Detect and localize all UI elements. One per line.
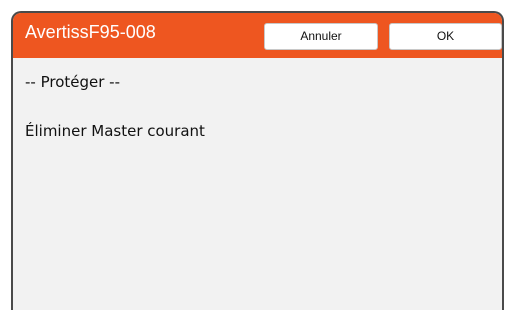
message-heading: -- Protéger --	[25, 73, 121, 91]
ok-button[interactable]: OK	[389, 23, 502, 50]
warning-dialog: AvertissF95-008 Annuler OK -- Protéger -…	[11, 11, 504, 310]
dialog-message-area: -- Protéger -- Éliminer Master courant	[13, 58, 502, 310]
message-text: Éliminer Master courant	[25, 122, 205, 140]
dialog-title: AvertissF95-008	[25, 22, 156, 42]
dialog-title-bar: AvertissF95-008 Annuler OK	[13, 13, 502, 58]
cancel-button[interactable]: Annuler	[264, 23, 378, 50]
screen: AvertissF95-008 Annuler OK -- Protéger -…	[0, 0, 515, 312]
